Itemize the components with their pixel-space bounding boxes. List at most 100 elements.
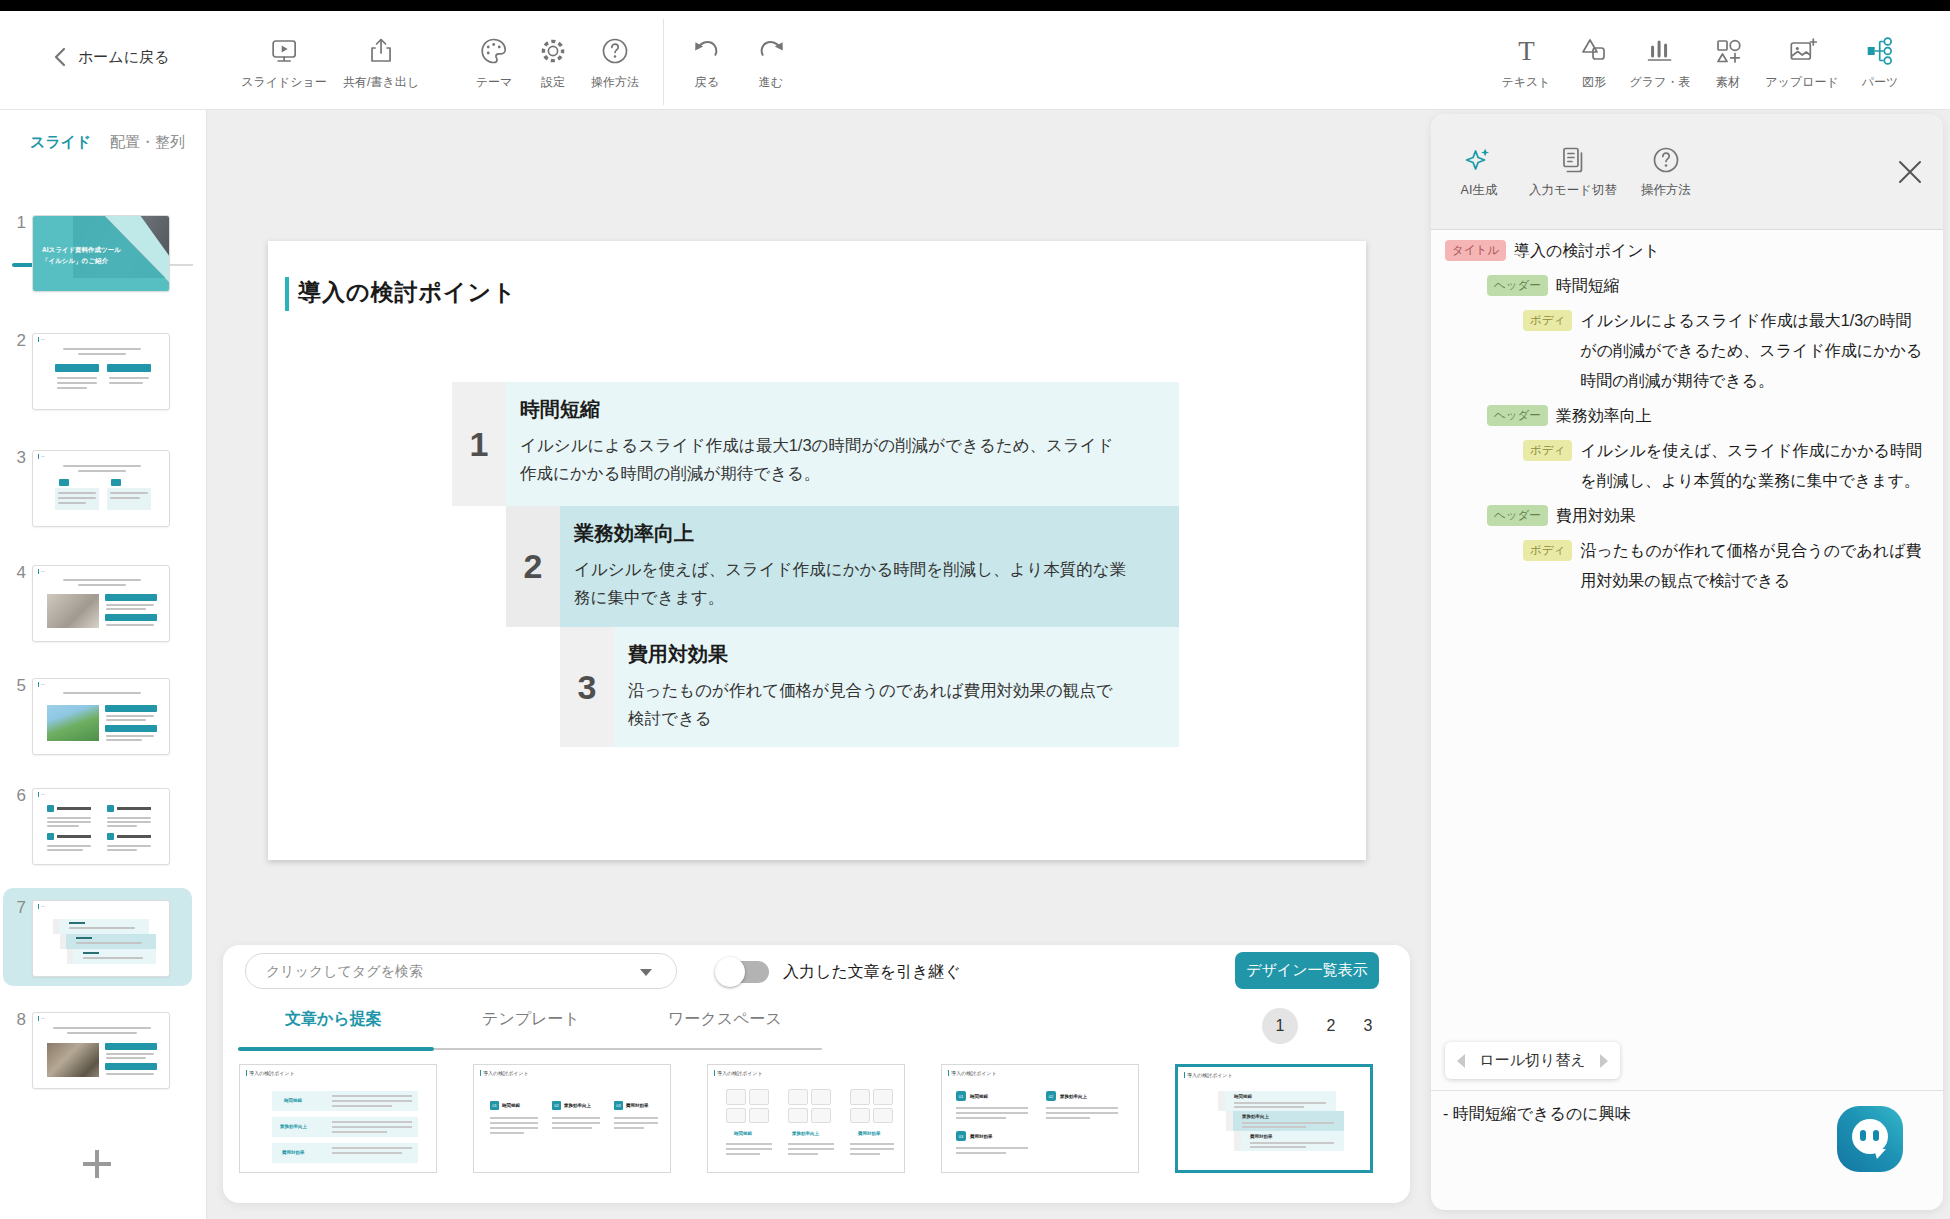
input-mode-switch-button[interactable]: 入力モード切替 <box>1529 144 1617 199</box>
design-thumbnail-3[interactable]: 導入の検討ポイント 時間短縮 業務効率向上 費用対効果 <box>707 1064 905 1173</box>
slide-number: 2 <box>2 331 26 351</box>
badge-header: ヘッダー <box>1487 405 1548 426</box>
svg-text:T: T <box>1518 36 1535 66</box>
insert-text-button[interactable]: T テキスト <box>1501 35 1550 91</box>
theme-button[interactable]: テーマ <box>476 35 513 91</box>
slide-thumbnail-6[interactable]: ... <box>32 788 170 865</box>
slide-title: 導入の検討ポイント <box>298 277 517 308</box>
carry-over-toggle-label: 入力した文章を引き継ぐ <box>783 962 961 983</box>
share-icon <box>343 35 419 69</box>
undo-button[interactable]: 戻る <box>691 35 723 91</box>
chevron-left-icon <box>52 47 68 67</box>
outline-row-header[interactable]: ヘッダー 業務効率向上 <box>1487 401 1929 431</box>
design-thumbnail-4[interactable]: 導入の検討ポイント 01 時間短縮 02 業務効率向上 03 費用対効果 <box>941 1064 1139 1173</box>
slide-thumbnail-8[interactable]: ... <box>32 1012 170 1089</box>
slide-thumbnail-4[interactable]: ... <box>32 565 170 642</box>
slide-title-accent-bar <box>285 277 289 311</box>
page-3[interactable]: 3 <box>1350 1008 1386 1044</box>
slide-thumbnail-5[interactable]: ... <box>32 678 170 755</box>
outline-row-title[interactable]: タイトル 導入の検討ポイント <box>1445 236 1929 266</box>
slide-item-number: 2 <box>506 506 560 627</box>
slide-item-body: 沿ったものが作れて価格が見合うのであれば費用対効果の観点で 検討できる <box>628 676 1179 732</box>
ai-sparkle-icon <box>1461 144 1498 176</box>
parts-button[interactable]: パーツ <box>1862 35 1899 91</box>
text-icon: T <box>1501 35 1550 69</box>
carry-over-toggle[interactable] <box>715 956 771 988</box>
close-icon[interactable] <box>1896 158 1924 186</box>
badge-body: ボディ <box>1523 310 1572 331</box>
sidebar: スライド 配置・整列 1 AIスライド資料作成ツール 「イルシル」のご紹介 2 … <box>0 110 207 1219</box>
design-suggestion-panel: 入力した文章を引き継ぐ デザイン一覧表示 文章から提案 テンプレート ワークスペ… <box>223 945 1410 1203</box>
tab-slides[interactable]: スライド <box>30 133 91 152</box>
insert-chart-button[interactable]: グラフ・表 <box>1630 35 1691 91</box>
slideshow-icon <box>241 35 327 69</box>
outline-row-header[interactable]: ヘッダー 時間短縮 <box>1487 271 1929 301</box>
design-thumbnail-1[interactable]: 導入の検討ポイント 時間短縮 業務効率向上 費用対効果 <box>239 1064 437 1173</box>
panel-divider <box>1431 1090 1943 1091</box>
slide-item-body: イルシルによるスライド作成は最大1/3の時間がの削減ができるため、スライド 作成… <box>520 431 1179 487</box>
tag-search-input[interactable] <box>266 955 636 987</box>
tab-arrange[interactable]: 配置・整列 <box>110 133 185 152</box>
outline-row-body[interactable]: ボディ 沿ったものが作れて価格が見合うのであれば費 用対効果の観点で検討できる <box>1523 536 1929 596</box>
design-list-button[interactable]: デザイン一覧表示 <box>1235 952 1379 989</box>
slide-canvas[interactable]: 導入の検討ポイント 1 時間短縮 イルシルによるスライド作成は最大1/3の時間が… <box>268 241 1366 860</box>
redo-button[interactable]: 進む <box>755 35 787 91</box>
back-home-button[interactable]: ホームに戻る <box>52 47 169 67</box>
panel-help-button[interactable]: 操作方法 <box>1641 144 1691 199</box>
memo-text: - 時間短縮できるのに興味 <box>1443 1104 1631 1125</box>
page-2[interactable]: 2 <box>1313 1008 1349 1044</box>
slide-number: 4 <box>2 563 26 583</box>
badge-body: ボディ <box>1523 540 1572 561</box>
help-button[interactable]: 操作方法 <box>591 35 639 91</box>
outline-row-body[interactable]: ボディ イルシルを使えば、スライド作成にかかる時間 を削減し、より本質的な業務に… <box>1523 436 1929 496</box>
slide-number: 3 <box>2 448 26 468</box>
tab-workspace[interactable]: ワークスペース <box>668 1009 782 1030</box>
slide-item-2: 業務効率向上 イルシルを使えば、スライド作成にかかる時間を削減し、より本質的な業… <box>560 506 1179 627</box>
slide-number: 7 <box>2 898 26 918</box>
settings-button[interactable]: 設定 <box>537 35 569 91</box>
documents-icon <box>1529 144 1617 176</box>
slide-number: 6 <box>2 786 26 806</box>
badge-body: ボディ <box>1523 440 1572 461</box>
chat-support-button[interactable] <box>1837 1106 1903 1172</box>
parts-icon <box>1862 35 1899 69</box>
outline-row-body[interactable]: ボディ イルシルによるスライド作成は最大1/3の時間 がの削減ができるため、スラ… <box>1523 306 1929 396</box>
chevron-right-icon[interactable] <box>1600 1054 1608 1068</box>
toolbar: ホームに戻る スライドショー 共有/書き出し テーマ 設定 操作方法 <box>0 11 1950 110</box>
redo-icon <box>755 35 787 69</box>
toolbar-divider <box>663 19 664 105</box>
design-thumbnail-5-selected[interactable]: 導入の検討ポイント 時間短縮 業務効率向上 費用対効果 <box>1175 1064 1373 1173</box>
badge-header: ヘッダー <box>1487 275 1548 296</box>
slide-number: 1 <box>2 213 26 233</box>
outline-panel-header: AI生成 入力モード切替 操作方法 <box>1431 114 1943 230</box>
design-thumbnail-2[interactable]: 導入の検討ポイント 01 時間短縮 02 業務効率向上 03 費用対効果 <box>473 1064 671 1173</box>
slideshow-button[interactable]: スライドショー <box>241 35 327 91</box>
slide-number: 8 <box>2 1010 26 1030</box>
upload-button[interactable]: アップロード <box>1765 35 1838 91</box>
outline-row-header[interactable]: ヘッダー 費用対効果 <box>1487 501 1929 531</box>
ai-generate-button[interactable]: AI生成 <box>1461 144 1498 199</box>
slide1-title-text: AIスライド資料作成ツール 「イルシル」のご紹介 <box>42 244 121 266</box>
tab-suggest-from-text[interactable]: 文章から提案 <box>285 1009 382 1030</box>
page-1[interactable]: 1 <box>1262 1008 1298 1044</box>
bottom-tab-underline-active <box>238 1047 434 1051</box>
add-slide-button[interactable] <box>83 1150 111 1178</box>
role-switch-button[interactable]: ロール切り替え <box>1445 1042 1620 1079</box>
tab-template[interactable]: テンプレート <box>482 1009 580 1030</box>
tag-search-box[interactable] <box>245 953 677 989</box>
dropdown-caret-icon <box>640 969 652 976</box>
chevron-left-icon[interactable] <box>1457 1054 1465 1068</box>
insert-asset-button[interactable]: 素材 <box>1712 35 1744 91</box>
slide-number: 5 <box>2 676 26 696</box>
slide-item-number: 1 <box>452 382 506 506</box>
slide-thumbnail-2[interactable]: ... <box>32 333 170 410</box>
share-export-button[interactable]: 共有/書き出し <box>343 35 419 91</box>
question-icon <box>1641 144 1691 176</box>
undo-icon <box>691 35 723 69</box>
slide-thumbnail-3[interactable]: ... <box>32 450 170 527</box>
slide-thumbnail-7[interactable]: ... <box>32 900 170 977</box>
back-home-label: ホームに戻る <box>78 48 169 67</box>
bar-chart-icon <box>1630 35 1691 69</box>
insert-shape-button[interactable]: 図形 <box>1578 35 1610 91</box>
slide-thumbnail-1[interactable]: AIスライド資料作成ツール 「イルシル」のご紹介 <box>32 215 170 292</box>
